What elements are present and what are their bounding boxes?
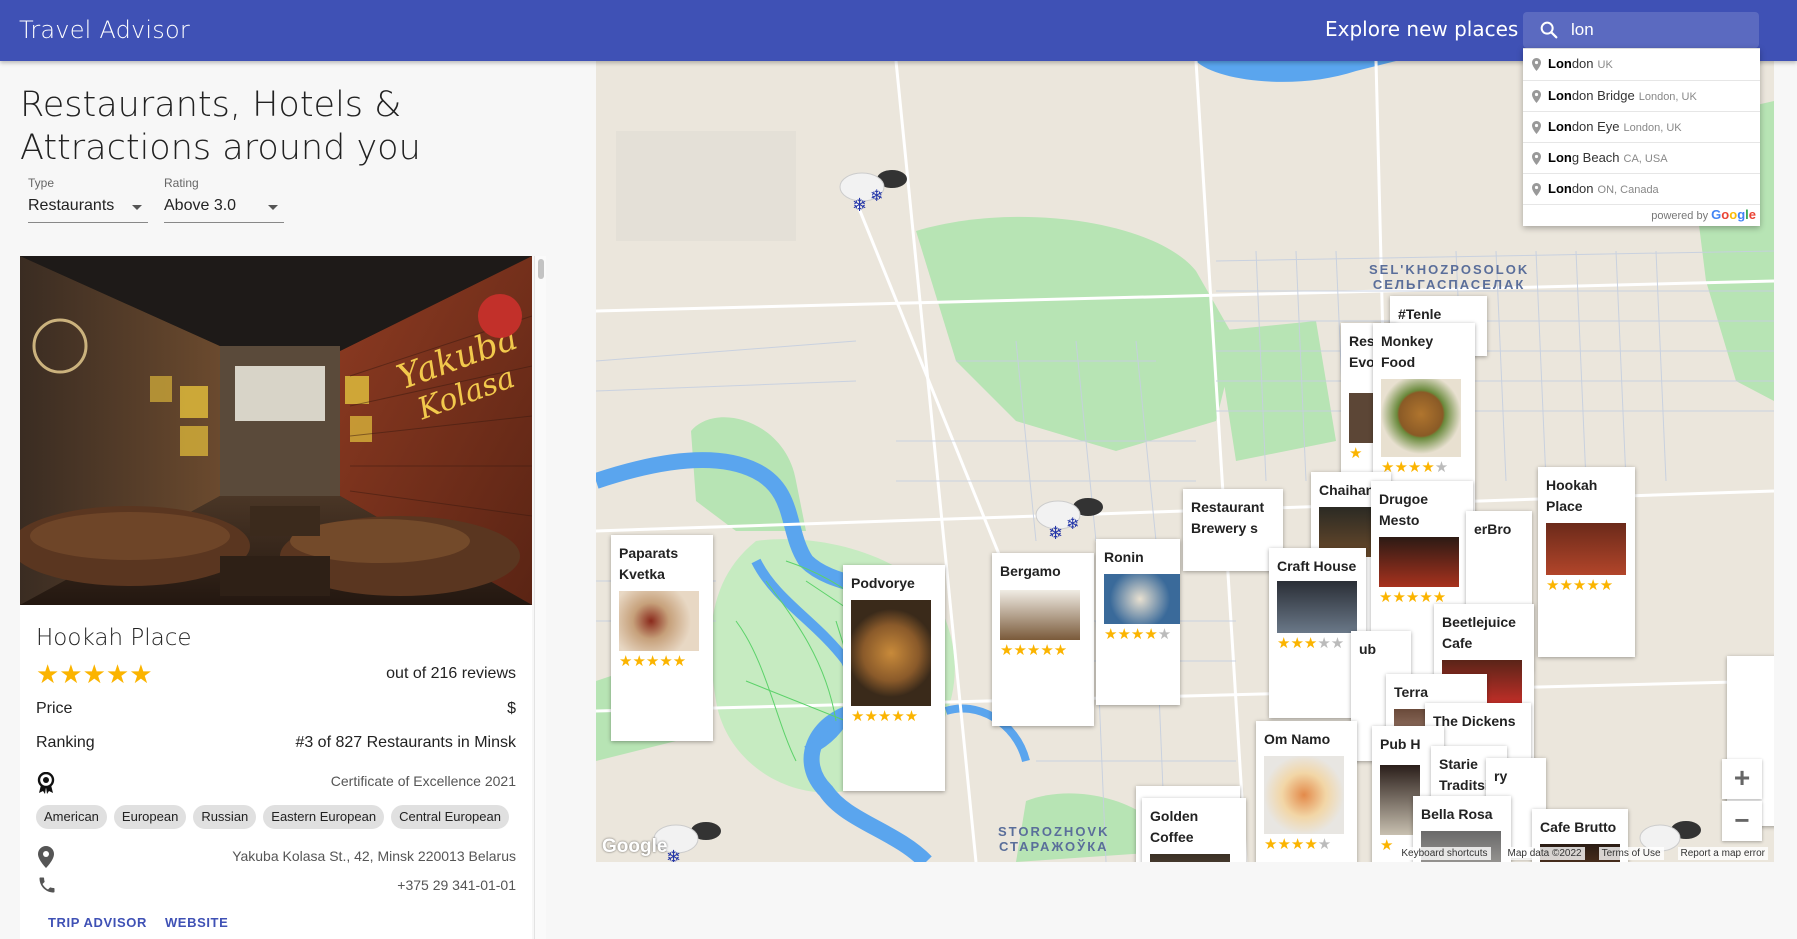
type-select[interactable]: Restaurants [28, 197, 148, 223]
cuisine-chip[interactable]: European [113, 805, 187, 829]
award-icon [37, 772, 55, 794]
dropdown-arrow-icon [268, 205, 278, 210]
autocomplete-item[interactable]: London ON, Canada [1523, 173, 1760, 204]
place-marker[interactable]: Paparats Kvetka ★★★★★ [611, 535, 713, 741]
place-marker[interactable]: Podvorye ★★★★★ [843, 565, 945, 791]
ranking-value: #3 of 827 Restaurants in Minsk [295, 734, 516, 751]
place-card: Yakuba Kolasa Hookah Place ★★★★★ out of … [20, 256, 532, 939]
place-marker[interactable]: Bergamo ★★★★★ [992, 553, 1094, 726]
map-pin-icon [1532, 58, 1541, 71]
type-filter-label: Type [28, 176, 55, 190]
place-marker[interactable]: Hookah Place ★★★★★ [1538, 467, 1635, 657]
report-error-link[interactable]: Report a map error [1677, 846, 1768, 860]
card-links: TRIP ADVISOR WEBSITE [48, 915, 228, 930]
award-text: Certificate of Excellence 2021 [330, 773, 516, 789]
autocomplete-dropdown: London UK London Bridge London, UK London … [1523, 48, 1760, 226]
cuisine-chip[interactable]: Russian [193, 805, 257, 829]
price-row: Price $ [36, 700, 516, 718]
rating-filter-label: Rating [164, 176, 199, 190]
zoom-in-button[interactable]: + [1722, 759, 1762, 799]
map-footer: Keyboard shortcuts Map data ©2022 Terms … [596, 844, 1774, 862]
page-heading: Restaurants, Hotels & Attractions around… [20, 85, 421, 168]
cuisine-chip[interactable]: American [36, 805, 107, 829]
cuisine-chips: American European Russian Eastern Europe… [36, 805, 509, 829]
app-title: Travel Advisor [19, 16, 190, 44]
map-pin-icon [1532, 90, 1541, 103]
ranking-label: Ranking [36, 734, 95, 751]
search-input[interactable] [1571, 18, 1751, 42]
list-scrollbar[interactable] [534, 256, 546, 939]
district-label: SEL'KHOZPOSOLOK СЕЛЬГАСПАСЕЛАК [1369, 262, 1530, 292]
autocomplete-item[interactable]: London Eye London, UK [1523, 111, 1760, 142]
autocomplete-item[interactable]: London Bridge London, UK [1523, 80, 1760, 111]
svg-text:❄: ❄ [1066, 516, 1079, 533]
autocomplete-item[interactable]: London UK [1523, 49, 1760, 80]
type-select-value: Restaurants [28, 197, 115, 214]
cuisine-chip[interactable]: Central European [391, 805, 509, 829]
rating-select[interactable]: Above 3.0 [164, 197, 284, 223]
map-pin-icon [1532, 183, 1541, 196]
powered-by-google: powered by Google [1523, 204, 1760, 226]
terms-link[interactable]: Terms of Use [1598, 846, 1664, 860]
google-logo: Google [1711, 207, 1756, 222]
autocomplete-item[interactable]: Long Beach CA, USA [1523, 142, 1760, 173]
svg-text:❄: ❄ [852, 195, 867, 215]
place-marker[interactable]: Om Namo ★★★★★ [1256, 721, 1357, 862]
zoom-out-button[interactable]: − [1722, 801, 1762, 841]
phone-icon [39, 877, 55, 893]
ranking-row: Ranking #3 of 827 Restaurants in Minsk [36, 734, 516, 752]
location-pin-icon [38, 846, 54, 868]
review-count: out of 216 reviews [386, 665, 516, 682]
rating-stars: ★★★★★ [36, 659, 153, 689]
address: Yakuba Kolasa St., 42, Minsk 220013 Bela… [232, 848, 516, 864]
weather-snow-icon: ❄ ❄ [839, 170, 907, 215]
svg-text:❄: ❄ [1048, 523, 1063, 543]
phone-number: +375 29 341-01-01 [397, 877, 516, 893]
place-marker[interactable]: Restaurant Brewery s [1183, 489, 1283, 571]
rating-filter[interactable]: Rating Above 3.0 [164, 176, 284, 223]
price-label: Price [36, 700, 73, 717]
price-value: $ [507, 700, 516, 717]
tripadvisor-link[interactable]: TRIP ADVISOR [48, 915, 147, 930]
place-name: Hookah Place [36, 625, 192, 651]
map-pin-icon [1532, 152, 1541, 165]
search-box[interactable] [1523, 12, 1759, 48]
dropdown-arrow-icon [132, 205, 142, 210]
type-filter[interactable]: Type Restaurants [28, 176, 148, 223]
rating-select-value: Above 3.0 [164, 197, 237, 214]
search-icon [1540, 21, 1558, 39]
map-pin-icon [1532, 121, 1541, 134]
explore-label: Explore new places [1325, 17, 1519, 41]
cuisine-chip[interactable]: Eastern European [263, 805, 385, 829]
places-list[interactable]: Yakuba Kolasa Hookah Place ★★★★★ out of … [20, 256, 532, 939]
keyboard-shortcuts-link[interactable]: Keyboard shortcuts [1398, 846, 1491, 860]
map-data-text: Map data ©2022 [1504, 846, 1585, 860]
place-photo: Yakuba Kolasa [20, 256, 532, 605]
weather-snow-icon: ❄ ❄ [1035, 498, 1103, 543]
scrollbar-thumb[interactable] [538, 259, 544, 279]
place-marker[interactable]: Ronin ★★★★★ [1096, 539, 1180, 705]
svg-text:❄: ❄ [870, 188, 883, 205]
website-link[interactable]: WEBSITE [165, 915, 228, 930]
